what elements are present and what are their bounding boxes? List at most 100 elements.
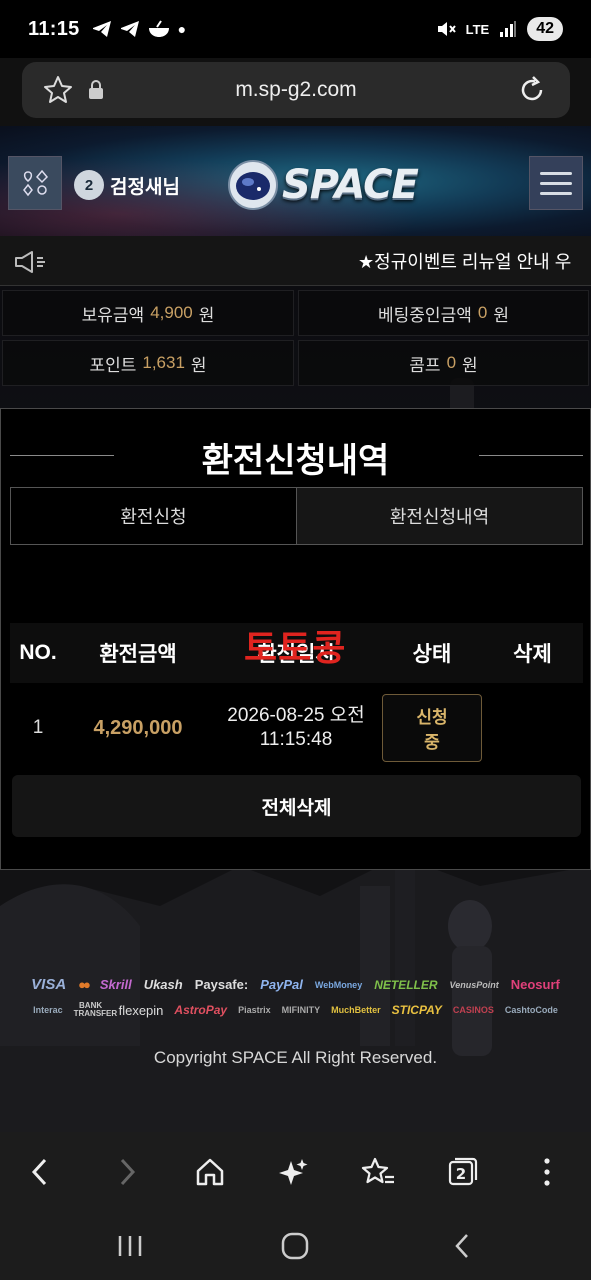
- more-menu-button[interactable]: [527, 1152, 567, 1192]
- reload-icon[interactable]: [516, 74, 548, 106]
- delete-all-button[interactable]: 전체삭제: [12, 775, 581, 837]
- notice-text[interactable]: ★정규이벤트 리뉴얼 안내 우: [358, 248, 571, 274]
- back-nav-button[interactable]: [440, 1226, 484, 1266]
- back-button[interactable]: [20, 1152, 60, 1192]
- payment-logo-skrill: Skrill: [99, 977, 132, 992]
- recent-apps-icon: [118, 1236, 142, 1256]
- payment-logo-mifinity: MIFINITY: [281, 1005, 321, 1015]
- signal-icon: [500, 21, 517, 37]
- payment-logo-paysafe: Paysafe:: [194, 977, 249, 992]
- chevron-left-icon: [31, 1158, 47, 1186]
- balance-label: 베팅중인금액: [378, 305, 472, 325]
- watermark-text: 토토콩: [244, 627, 347, 668]
- payment-logo-cashtocode: CashtoCode: [504, 1005, 558, 1015]
- balance-label: 포인트: [89, 355, 137, 375]
- col-delete: 삭제: [513, 643, 552, 666]
- row-date-line1: 2026-08-25 오전: [227, 705, 365, 726]
- tab-bar: 환전신청 환전신청내역: [10, 487, 583, 545]
- row-no: 1: [32, 717, 44, 738]
- battery-indicator: 42: [527, 17, 563, 41]
- payment-logo-flexepin: flexepin: [118, 1002, 164, 1018]
- balance-comp: 콤프 0 원: [298, 340, 589, 386]
- balance-amount: 0: [477, 303, 488, 322]
- payment-logos-row2: Interac BANK TRANSFER flexepin AstroPay …: [0, 1002, 591, 1018]
- payment-logo-venuspoint: VenusPoint: [449, 979, 499, 990]
- col-status: 상태: [412, 643, 452, 666]
- address-bar[interactable]: m.sp-g2.com: [22, 62, 570, 118]
- tab-withdrawal-request[interactable]: 환전신청: [11, 488, 296, 544]
- chevron-right-icon: [120, 1158, 136, 1186]
- copyright-text: Copyright SPACE All Right Reserved.: [153, 1048, 438, 1067]
- payment-logo-mastercard: ●●: [78, 977, 91, 992]
- payment-logo-bank-transfer: BANK TRANSFER: [73, 1001, 118, 1018]
- user-name[interactable]: 검정새님: [110, 172, 180, 199]
- col-no: NO.: [19, 641, 57, 664]
- game-menu-button[interactable]: [8, 156, 62, 210]
- row-status: 신청중: [382, 694, 482, 762]
- site-logo[interactable]: SPACE: [226, 158, 419, 212]
- hamburger-line: [540, 171, 572, 175]
- payment-logo-sticpay: STICPAY: [391, 1003, 442, 1017]
- balance-unit: 원: [198, 305, 215, 325]
- browser-toolbar: m.sp-g2.com: [0, 58, 591, 126]
- balance-amount: 1,631: [142, 353, 185, 372]
- payment-logo-interac: Interac: [33, 1005, 63, 1015]
- forward-button[interactable]: [107, 1152, 147, 1192]
- system-navigation-bar: [0, 1210, 591, 1280]
- payment-logo-neteller: NETELLER: [374, 977, 438, 992]
- payment-logo-visa: VISA: [31, 976, 67, 993]
- row-amount: 4,290,000: [93, 716, 183, 739]
- star-list-icon: [361, 1157, 394, 1184]
- hamburger-menu-button[interactable]: [529, 156, 583, 210]
- payment-logos-row1: VISA ●● Skrill Ukash Paysafe: PayPal Web…: [0, 976, 591, 993]
- balance-points: 포인트 1,631 원: [2, 340, 294, 386]
- payment-logo-ukash: Ukash: [143, 977, 183, 992]
- mute-icon: [437, 22, 456, 36]
- site-header: 2 검정새님 SPACE: [0, 126, 591, 236]
- logo-text: SPACE: [282, 162, 419, 208]
- status-badge[interactable]: 신청중: [382, 694, 482, 762]
- bowl-icon: [148, 20, 169, 37]
- balance-unit: 원: [190, 355, 207, 375]
- bookmarks-button[interactable]: [358, 1152, 398, 1192]
- row-date: 2026-08-25 오전 11:15:48: [210, 704, 382, 752]
- page-title: 환전신청내역: [201, 442, 390, 480]
- withdrawal-history-panel: 환전신청내역 환전신청 환전신청내역 NO. 환전금액 환전일시 상태 삭제 토…: [0, 408, 591, 870]
- telegram-icon: [92, 21, 111, 37]
- payment-logo-webmoney: WebMoney: [314, 979, 363, 990]
- hamburger-line: [540, 191, 572, 195]
- tabs-button[interactable]: 2: [443, 1152, 483, 1192]
- home-icon: [196, 1158, 224, 1186]
- balance-label: 보유금액: [81, 305, 145, 325]
- tab-withdrawal-history[interactable]: 환전신청내역: [296, 488, 582, 544]
- payment-logo-muchbetter: MuchBetter: [331, 1005, 381, 1015]
- col-amount: 환전금액: [99, 643, 177, 666]
- balance-summary: 보유금액 4,900 원 베팅중인금액 0 원 포인트 1,631 원 콤프 0…: [0, 286, 591, 388]
- megaphone-icon: [15, 251, 45, 273]
- title-divider-right: [479, 455, 583, 456]
- tab-count: 2: [456, 1165, 466, 1183]
- back-arrow-icon: [455, 1234, 468, 1258]
- ai-sparkle-button[interactable]: [274, 1152, 314, 1192]
- url-text[interactable]: m.sp-g2.com: [22, 78, 570, 102]
- payment-logo-astropay: AstroPay: [174, 1003, 228, 1017]
- payment-logo-neosurf: Neosurf: [510, 977, 560, 992]
- home-nav-button[interactable]: [273, 1226, 317, 1266]
- user-level-badge: 2: [74, 170, 104, 200]
- recent-apps-button[interactable]: [108, 1226, 152, 1266]
- network-label: LTE: [465, 21, 490, 37]
- home-button[interactable]: [190, 1152, 230, 1192]
- telegram-icon: [120, 21, 139, 37]
- hamburger-line: [540, 181, 572, 185]
- tabs-icon: 2: [448, 1157, 478, 1186]
- browser-bottom-bar: 2: [0, 1132, 591, 1210]
- payment-logo-paypal: PayPal: [260, 977, 303, 992]
- notice-ticker[interactable]: ★정규이벤트 리뉴얼 안내 우: [0, 236, 591, 286]
- payment-logo-piastrix: Piastrix: [238, 1005, 271, 1015]
- row-date-line2: 11:15:48: [259, 729, 333, 750]
- status-bar: 11:15 ● LTE 42: [0, 0, 591, 58]
- cards-suits-icon: [23, 169, 49, 197]
- notification-icons: ●: [92, 20, 186, 38]
- kebab-menu-icon: [544, 1158, 550, 1186]
- sparkle-icon: [279, 1159, 308, 1185]
